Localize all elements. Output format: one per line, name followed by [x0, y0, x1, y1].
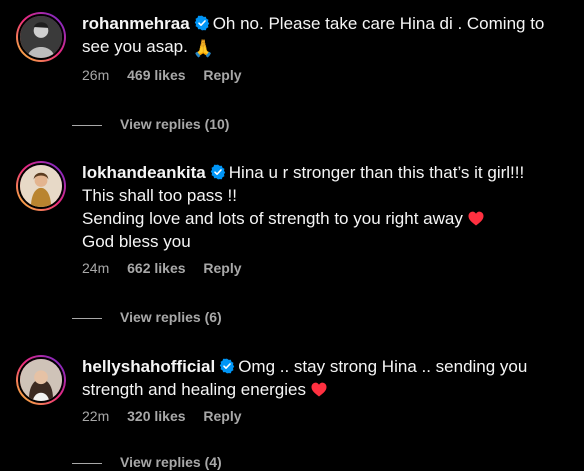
verified-badge-icon [210, 164, 225, 180]
avatar[interactable] [16, 355, 66, 405]
replies-divider [72, 317, 102, 319]
view-replies-button[interactable]: View replies (10) [72, 115, 229, 133]
timestamp: 22m [82, 408, 110, 424]
verified-badge-icon [220, 358, 235, 374]
reply-button[interactable]: Reply [203, 67, 241, 83]
red-heart-emoji [311, 382, 327, 397]
avatar[interactable] [16, 161, 66, 211]
username[interactable]: rohanmehraa [82, 14, 190, 33]
comment-meta: 24m 662 likes Reply [82, 259, 576, 277]
likes-count[interactable]: 320 likes [127, 408, 185, 424]
view-replies-button[interactable]: View replies (6) [72, 308, 222, 326]
username[interactable]: hellyshahofficial [82, 357, 215, 376]
comment-line: God bless you [82, 232, 191, 251]
comment-line: strength and healing energies [82, 380, 306, 399]
comment-line: see you asap. [82, 37, 188, 56]
verified-badge-icon [194, 15, 209, 31]
reply-button[interactable]: Reply [203, 260, 241, 276]
comment-meta: 22m 320 likes Reply [82, 407, 576, 425]
reply-button[interactable]: Reply [203, 408, 241, 424]
view-replies-button[interactable]: View replies (4) [72, 453, 222, 471]
comment-line: Hina u r stronger than this that’s it gi… [228, 163, 525, 182]
likes-count[interactable]: 662 likes [127, 260, 185, 276]
comment-text: hellyshahofficial Omg .. stay strong Hina… [82, 355, 576, 401]
comment-meta: 26m 469 likes Reply [82, 66, 576, 84]
comment-line: Sending love and lots of strength to you… [82, 209, 463, 228]
replies-divider [72, 124, 102, 126]
likes-count[interactable]: 469 likes [127, 67, 185, 83]
comment-line: Omg .. stay strong Hina .. sending you [238, 357, 528, 376]
red-heart-emoji [468, 211, 484, 226]
comment-line: This shall too pass !! [82, 186, 237, 205]
avatar[interactable] [16, 12, 66, 62]
timestamp: 26m [82, 67, 110, 83]
folded-hands-emoji: 🙏 [192, 39, 214, 58]
comment-text: lokhandeankita Hina u r stronger than thi… [82, 161, 576, 253]
comment-line: Oh no. Please take care Hina di . Coming… [212, 14, 545, 33]
username[interactable]: lokhandeankita [82, 163, 206, 182]
comment-text: rohanmehraa Oh no. Please take care Hina … [82, 12, 576, 60]
timestamp: 24m [82, 260, 110, 276]
